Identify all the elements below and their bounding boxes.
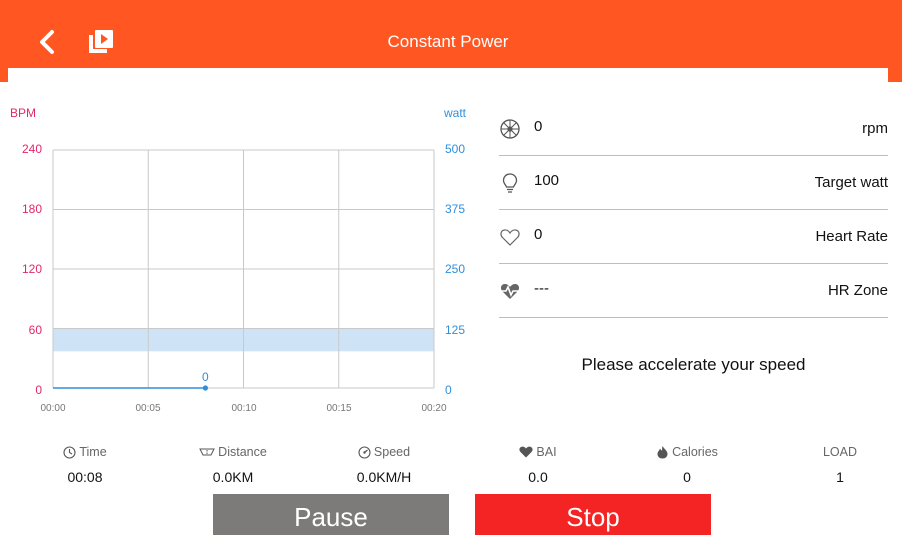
time-label: Time [79, 445, 107, 459]
heart-rate-label: Heart Rate [815, 228, 888, 245]
heartbeat-icon [500, 283, 520, 299]
speedometer-icon [358, 445, 371, 459]
distance-label: Distance [218, 445, 267, 459]
wheel-icon [500, 119, 520, 139]
load-value: 1 [836, 469, 844, 485]
bai-label: BAI [536, 445, 557, 459]
bai-icon [519, 446, 534, 458]
flame-icon [657, 446, 668, 459]
workout-panel: BPM watt 240 180 120 60 0 500 375 250 12… [8, 68, 888, 535]
power-point-label: 0 [202, 370, 209, 384]
hr-zone-value: --- [534, 280, 549, 297]
calories-label: Calories [672, 445, 718, 459]
speed-label: Speed [373, 445, 411, 459]
pause-button[interactable]: Pause [213, 494, 449, 535]
header: Constant Power [8, 16, 888, 68]
stat-load: LOAD 1 [780, 444, 900, 485]
hr-zone-label: HR Zone [827, 282, 888, 299]
stat-speed: Speed 0.0KM/H [324, 444, 444, 485]
metric-heart-rate: 0 Heart Rate [499, 210, 888, 264]
metric-hr-zone: --- HR Zone [499, 264, 888, 318]
heart-rate-value: 0 [534, 226, 543, 243]
status-message: Please accelerate your speed [581, 355, 806, 374]
stat-bai: BAI 0.0 [478, 444, 598, 485]
distance-value: 0.0KM [212, 469, 254, 485]
time-value: 00:08 [67, 469, 103, 485]
heart-outline-icon [500, 229, 520, 246]
metric-rpm: 0 rpm [499, 102, 888, 156]
page-title: Constant Power [387, 32, 509, 51]
power-point [202, 385, 208, 391]
target-watt-value: 100 [534, 172, 560, 189]
load-label: LOAD [822, 445, 858, 459]
metric-target-watt: 100 Target watt [499, 156, 888, 210]
stat-calories: Calories 0 [627, 444, 747, 485]
stat-time: Time 00:08 [25, 444, 145, 485]
road-icon [199, 448, 215, 456]
bai-value: 0.0 [528, 469, 548, 485]
clock-icon [63, 445, 76, 459]
stop-button[interactable]: Stop [475, 494, 711, 535]
speed-value: 0.0KM/H [356, 469, 412, 485]
video-library-icon[interactable] [88, 29, 114, 55]
bulb-icon [502, 173, 518, 193]
rpm-label: rpm [862, 120, 888, 137]
target-watt-label: Target watt [814, 174, 888, 191]
back-arrow-icon[interactable] [34, 28, 62, 56]
stat-distance: Distance 0.0KM [173, 444, 293, 485]
rpm-value: 0 [534, 118, 543, 135]
calories-value: 0 [683, 469, 691, 485]
